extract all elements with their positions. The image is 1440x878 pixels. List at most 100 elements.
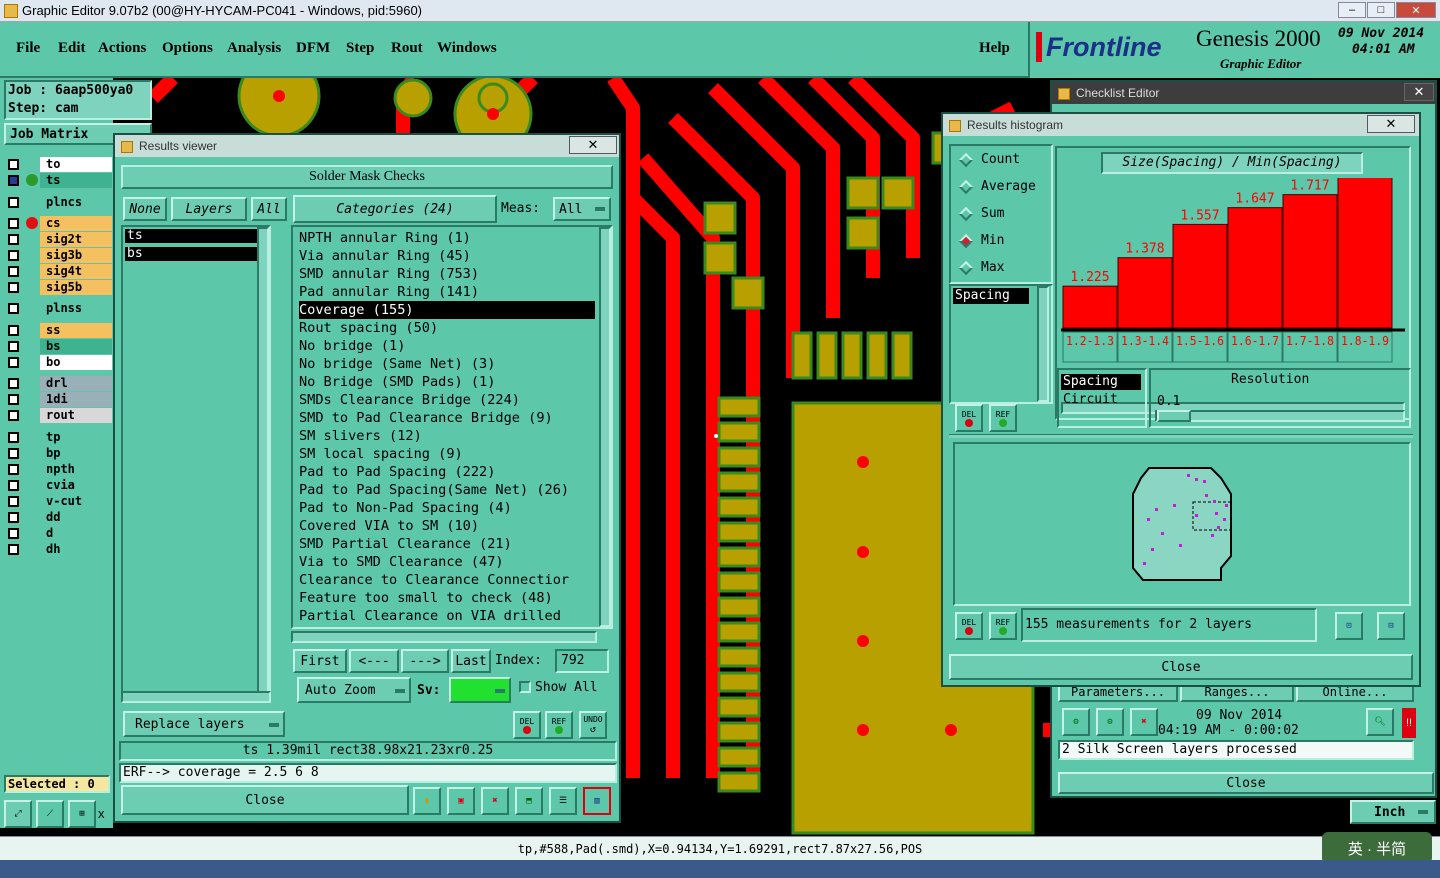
maximize-button[interactable]: □ — [1367, 2, 1395, 18]
histogram-bar[interactable] — [1227, 207, 1283, 329]
category-item[interactable]: SMDs Clearance Bridge (224) — [299, 391, 595, 409]
layers-button[interactable]: Layers — [171, 197, 247, 221]
menu-file[interactable]: File — [16, 40, 40, 57]
layer-listbox[interactable]: ts bs — [121, 225, 271, 701]
category-item[interactable]: Via to SMD Clearance (47) — [299, 553, 595, 571]
category-item[interactable]: Clearance to Clearance Connectior — [299, 571, 595, 589]
layer-checkbox[interactable] — [8, 282, 19, 293]
run-all-icon[interactable]: ⚙ — [1096, 708, 1124, 736]
layer-row-bs[interactable]: bs — [6, 339, 112, 354]
zoom-home-icon[interactable]: ⊟ — [1377, 612, 1405, 640]
layer-checkbox[interactable] — [8, 496, 19, 507]
layer-row-dh[interactable]: dh — [6, 542, 112, 557]
category-item[interactable]: Coverage (155) — [299, 301, 595, 319]
layer-checkbox[interactable] — [8, 544, 19, 555]
slider-thumb[interactable] — [1157, 410, 1191, 422]
layer-checkbox[interactable] — [8, 528, 19, 539]
zoom-to-result-icon[interactable]: ⊡ — [1335, 612, 1363, 640]
next-button[interactable]: ---> — [401, 649, 449, 673]
results-viewer-close-icon[interactable]: ✕ — [569, 136, 617, 154]
histogram-list-scrollbar[interactable] — [1037, 286, 1049, 402]
undo-icon[interactable]: UNDO ↺ — [579, 711, 607, 739]
menu-actions[interactable]: Actions — [98, 40, 146, 57]
layer-row-tp[interactable]: tp — [6, 430, 112, 445]
layer-row-bo[interactable]: bo — [6, 355, 112, 370]
layer-row-v-cut[interactable]: v-cut — [6, 494, 112, 509]
layer-checkbox[interactable] — [8, 432, 19, 443]
stat-option-max[interactable]: Max — [958, 260, 1004, 275]
hist-del-icon[interactable]: DEL — [955, 404, 983, 432]
stat-option-count[interactable]: Count — [958, 152, 1020, 167]
category-item[interactable]: Covered VIA to SM (10) — [299, 517, 595, 535]
histogram-bar[interactable] — [1062, 285, 1118, 329]
layer-checkbox[interactable] — [8, 410, 19, 421]
stat-option-min[interactable]: Min — [958, 233, 1004, 248]
category-item[interactable]: NPTH annular Ring (1) — [299, 229, 595, 247]
category-item[interactable]: No bridge (1) — [299, 337, 595, 355]
layer-checkbox[interactable] — [8, 341, 19, 352]
layer-checkbox[interactable] — [8, 480, 19, 491]
flag-icon[interactable]: ▮ — [413, 787, 441, 815]
histogram-titlebar[interactable]: Results histogram ✕ — [943, 114, 1419, 136]
run-icon[interactable]: ⚙ — [1062, 708, 1090, 736]
histogram-bar[interactable] — [1282, 194, 1338, 329]
layer-checkbox[interactable] — [8, 218, 19, 229]
layer-row-cvia[interactable]: cvia — [6, 478, 112, 493]
category-item[interactable]: No bridge (Same Net) (3) — [299, 355, 595, 373]
zoom-fit-icon[interactable]: ⤢ — [4, 800, 32, 828]
layer-row-bp[interactable]: bp — [6, 446, 112, 461]
layer-row-d[interactable]: d — [6, 526, 112, 541]
menu-step[interactable]: Step — [346, 40, 374, 57]
layer-checkbox[interactable] — [8, 325, 19, 336]
layer-checkbox[interactable] — [8, 448, 19, 459]
attr-spacing[interactable]: Spacing — [1061, 374, 1141, 390]
stat-option-sum[interactable]: Sum — [958, 206, 1004, 221]
close-window-button[interactable]: ✕ — [1396, 2, 1436, 18]
stop-icon[interactable]: ✖ — [1130, 708, 1158, 736]
stat-option-average[interactable]: Average — [958, 179, 1036, 194]
layer-checkbox[interactable] — [8, 266, 19, 277]
resolution-slider[interactable] — [1155, 410, 1405, 422]
layer-row-sig4t[interactable]: sig4t — [6, 264, 112, 279]
layer-item-bs[interactable]: bs — [125, 247, 265, 261]
checklist-close-button[interactable]: Close — [1058, 772, 1434, 794]
menu-windows[interactable]: Windows — [437, 40, 497, 57]
category-item[interactable]: SM local spacing (9) — [299, 445, 595, 463]
layer-row-npth[interactable]: npth — [6, 462, 112, 477]
checklist-titlebar[interactable]: Checklist Editor ✕ — [1052, 82, 1435, 104]
histogram-close-button[interactable]: Close — [949, 654, 1413, 680]
histogram-bar[interactable] — [1172, 223, 1228, 329]
category-item[interactable]: SM slivers (12) — [299, 427, 595, 445]
category-item[interactable]: Via annular Ring (45) — [299, 247, 595, 265]
meas-dropdown[interactable]: All — [553, 197, 611, 221]
notes-icon[interactable]: ☰ — [549, 787, 577, 815]
none-button[interactable]: None — [123, 197, 167, 221]
histogram-icon[interactable]: ▥ — [583, 787, 611, 815]
category-item[interactable]: Pad annular Ring (141) — [299, 283, 595, 301]
category-item[interactable]: Pad to Pad Spacing(Same Net) (26) — [299, 481, 595, 499]
grid-icon[interactable]: ⊞ — [68, 800, 96, 828]
category-item[interactable]: SMD annular Ring (753) — [299, 265, 595, 283]
layer-checkbox[interactable] — [8, 394, 19, 405]
auto-zoom-dropdown[interactable]: Auto Zoom — [297, 677, 411, 703]
preview-ref-icon[interactable]: REF — [989, 612, 1017, 640]
categories-scrollbar[interactable] — [599, 227, 611, 627]
layer-checkbox[interactable] — [8, 197, 19, 208]
layer-list-hscroll[interactable] — [121, 691, 271, 703]
layer-checkbox[interactable] — [8, 250, 19, 261]
layer-row-plnss[interactable]: plnss — [6, 301, 112, 316]
units-dropdown[interactable]: Inch — [1350, 800, 1436, 824]
layer-row-sig5b[interactable]: sig5b — [6, 280, 112, 295]
index-input[interactable]: 792 — [555, 649, 609, 673]
layer-checkbox[interactable] — [8, 303, 19, 314]
menu-edit[interactable]: Edit — [58, 40, 86, 57]
menu-analysis[interactable]: Analysis — [227, 40, 281, 57]
menu-rout[interactable]: Rout — [391, 40, 423, 57]
layer-row-ss[interactable]: ss — [6, 323, 112, 338]
attr-circuit[interactable]: Circuit — [1061, 392, 1118, 407]
layer-row-1di[interactable]: 1di — [6, 392, 112, 407]
replace-layers-dropdown[interactable]: Replace layers — [123, 711, 285, 737]
layer-checkbox[interactable] — [8, 378, 19, 389]
category-item[interactable]: Pad to Pad Spacing (222) — [299, 463, 595, 481]
category-item[interactable]: No Bridge (SMD Pads) (1) — [299, 373, 595, 391]
